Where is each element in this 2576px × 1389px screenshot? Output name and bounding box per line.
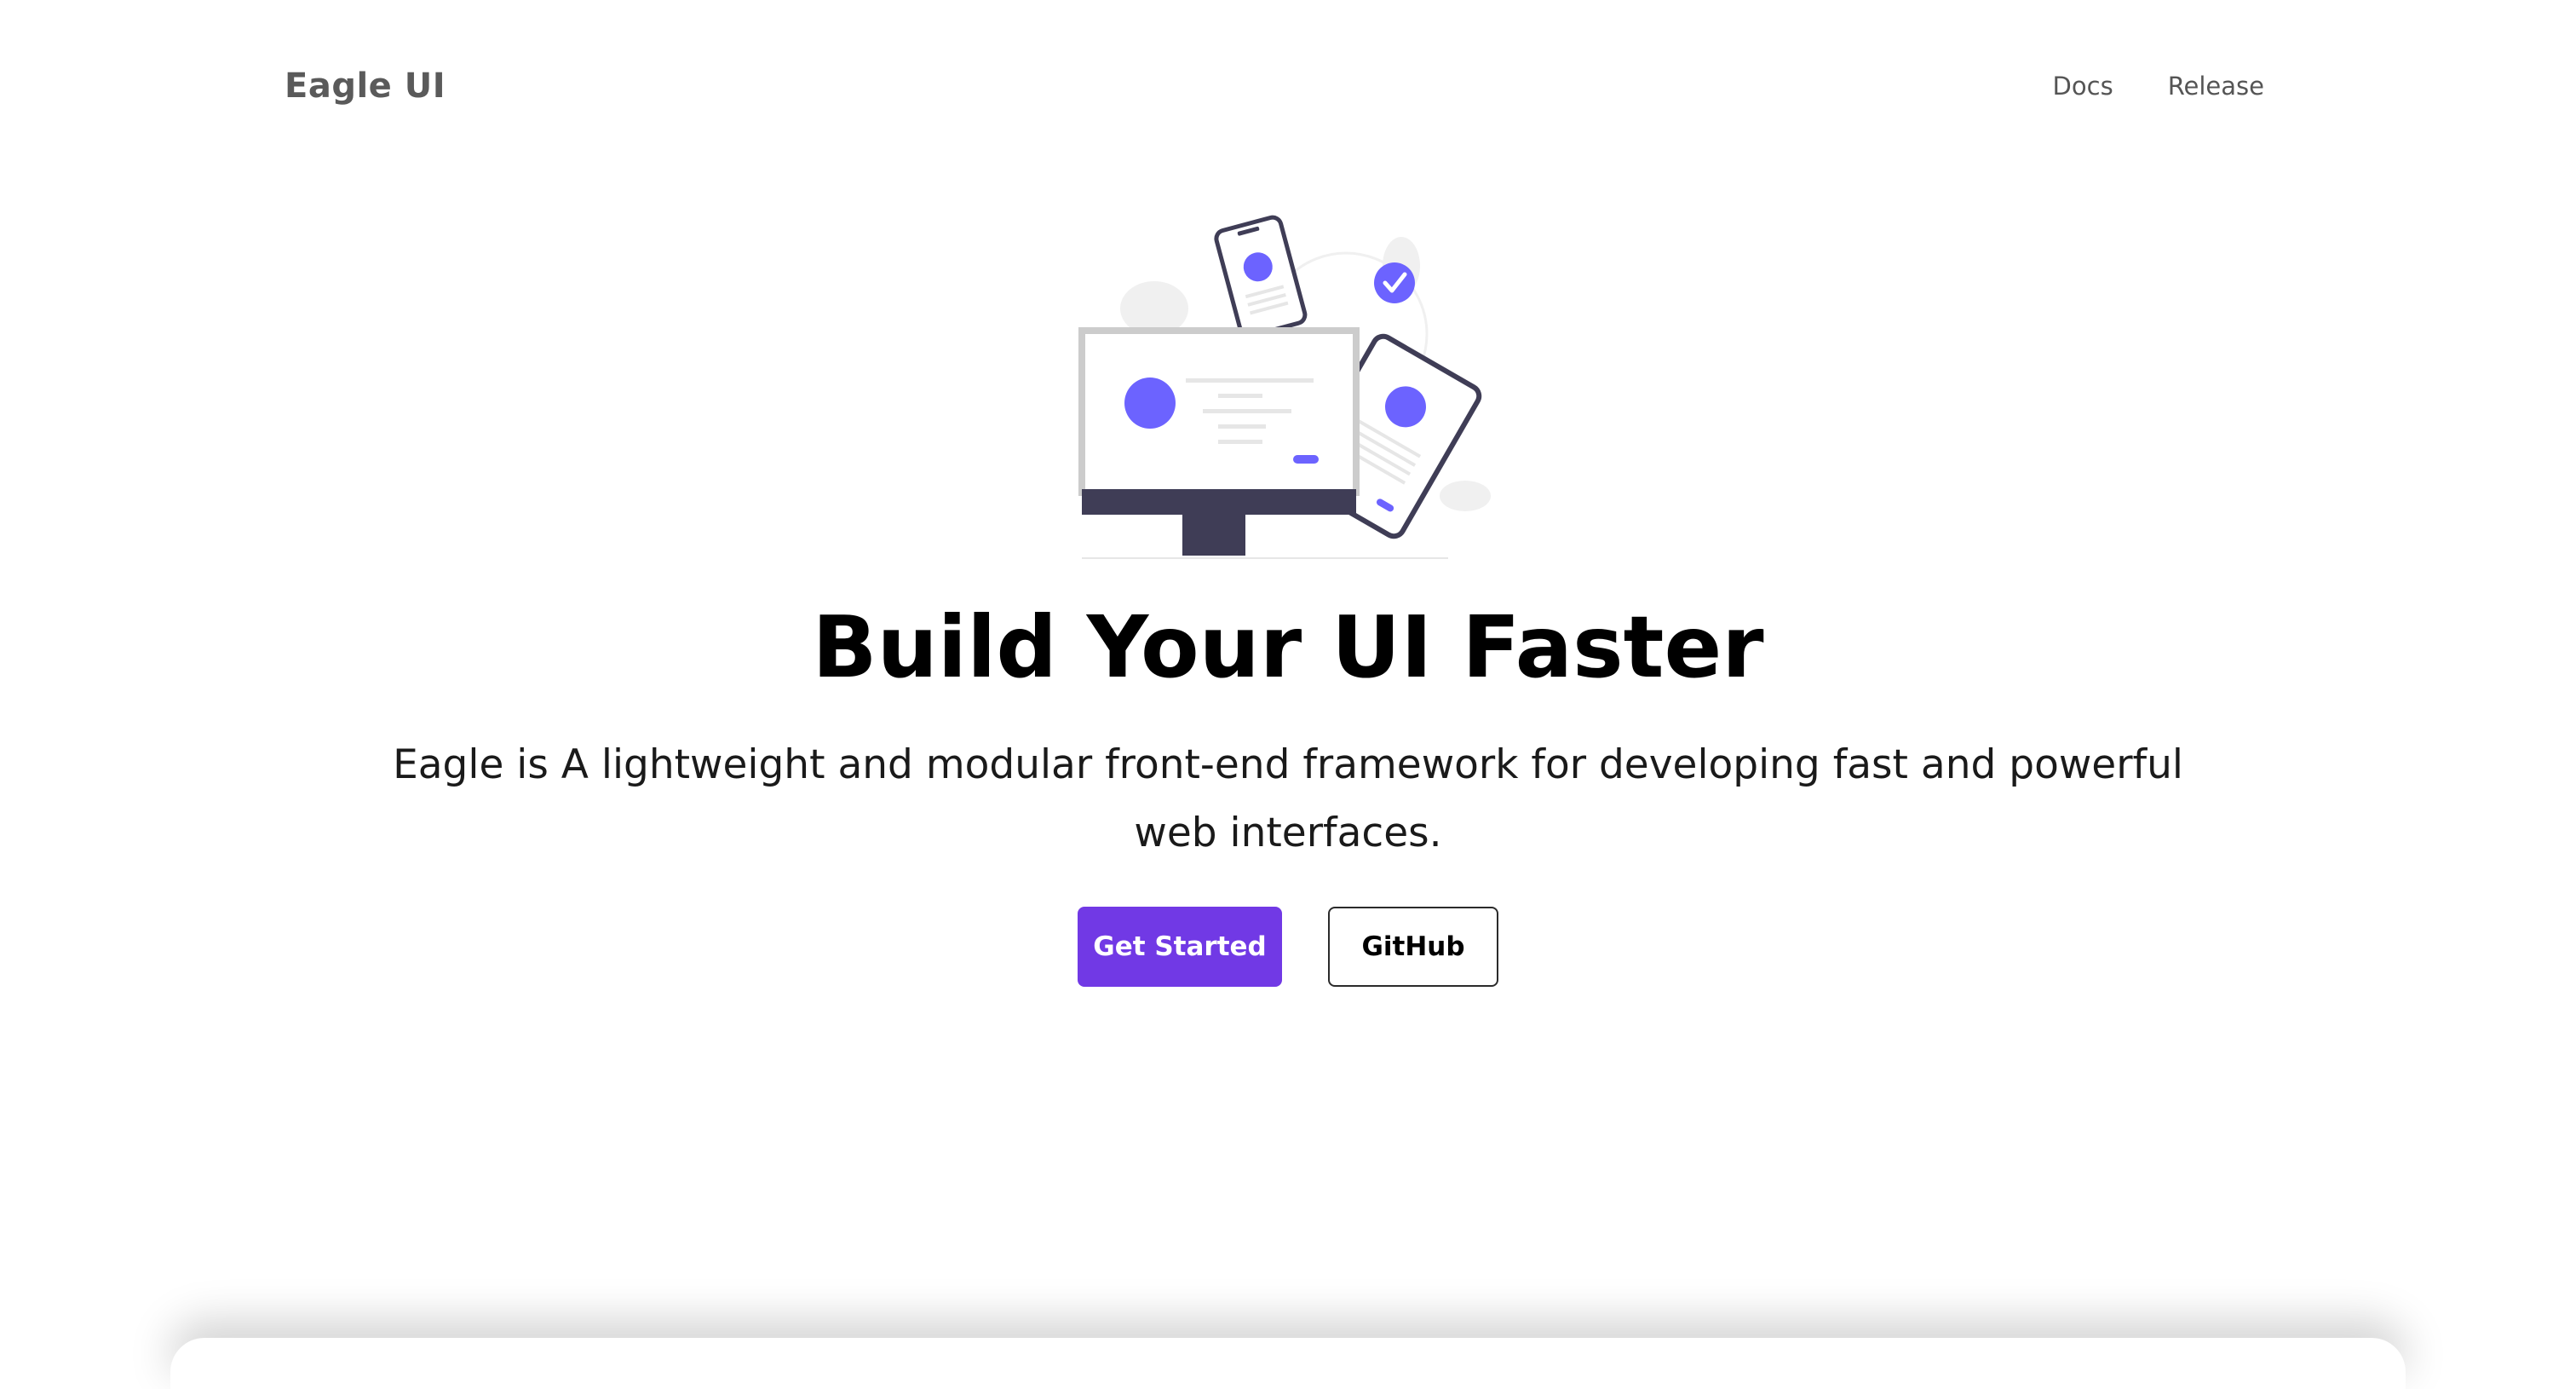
navbar: Eagle UI Docs Release <box>0 0 2576 179</box>
nav-link-docs[interactable]: Docs <box>2053 72 2113 101</box>
hero-subtitle: Eagle is A lightweight and modular front… <box>393 741 2183 856</box>
check-circle-icon <box>1374 262 1415 303</box>
get-started-button[interactable]: Get Started <box>1078 907 1282 987</box>
next-section-edge <box>170 1338 2406 1389</box>
nav-links: Docs Release <box>2053 72 2264 101</box>
hero-title: Build Your UI Faster <box>812 597 1764 697</box>
devices-illustration-svg <box>1078 215 1491 559</box>
brand-logo[interactable]: Eagle UI <box>285 66 446 106</box>
monitor-device <box>1078 327 1360 556</box>
ground-line <box>1082 557 1448 559</box>
phone-device <box>1214 215 1308 338</box>
nav-link-release[interactable]: Release <box>2168 72 2264 101</box>
devices-illustration <box>1073 215 1499 564</box>
github-button[interactable]: GitHub <box>1328 907 1498 987</box>
hero-actions: Get Started GitHub <box>0 907 2576 987</box>
leaf-shape-bottom <box>1440 481 1491 511</box>
